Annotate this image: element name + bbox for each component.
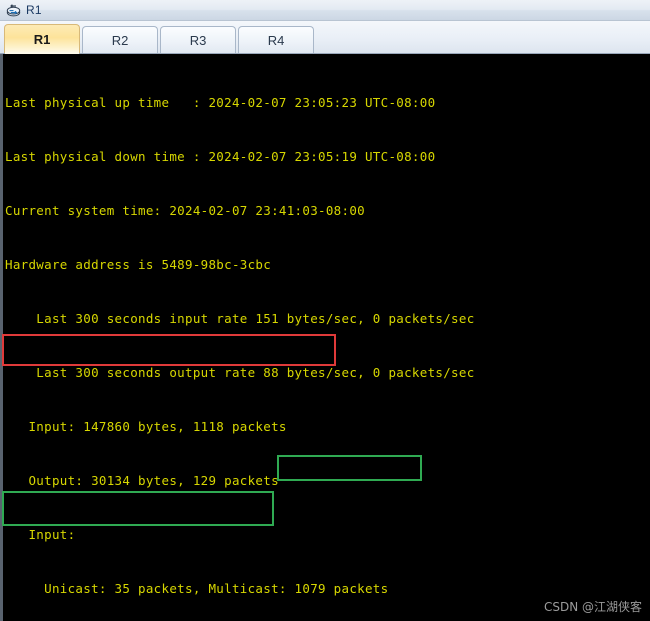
tab-r1-label: R1: [33, 31, 51, 47]
tab-r3[interactable]: R3: [160, 26, 236, 53]
tab-r4[interactable]: R4: [238, 26, 314, 53]
ensp-router-cli-window: R1 R1 R2 R3 R4 Last physical up time : 2…: [0, 0, 650, 621]
cli-line: Last 300 seconds output rate 88 bytes/se…: [5, 365, 475, 380]
cli-line: Input: 147860 bytes, 1118 packets: [5, 419, 287, 434]
cli-line: Input:: [5, 527, 76, 542]
router-icon: [5, 3, 22, 18]
tab-r2[interactable]: R2: [82, 26, 158, 53]
tab-r2-label: R2: [111, 32, 129, 48]
tab-r3-label: R3: [189, 32, 207, 48]
cli-output: Last physical up time : 2024-02-07 23:05…: [5, 58, 650, 621]
watermark: CSDN @江湖侠客: [543, 600, 642, 614]
window-titlebar: R1: [0, 0, 650, 21]
cli-line: Last physical down time : 2024-02-07 23:…: [5, 149, 436, 164]
tab-r1[interactable]: R1: [4, 24, 80, 54]
cli-line: Output: 30134 bytes, 129 packets: [5, 473, 279, 488]
cli-line: Last 300 seconds input rate 151 bytes/se…: [5, 311, 475, 326]
cli-line: Unicast: 35 packets, Multicast: 1079 pac…: [5, 581, 389, 596]
cli-line: Hardware address is 5489-98bc-3cbc: [5, 257, 272, 272]
tab-r4-label: R4: [267, 32, 285, 48]
cli-terminal[interactable]: Last physical up time : 2024-02-07 23:05…: [0, 54, 650, 621]
cli-line: Current system time: 2024-02-07 23:41:03…: [5, 203, 365, 218]
window-title: R1: [26, 3, 42, 17]
device-tab-bar: R1 R2 R3 R4: [0, 21, 650, 54]
cli-line: Last physical up time : 2024-02-07 23:05…: [5, 95, 436, 110]
